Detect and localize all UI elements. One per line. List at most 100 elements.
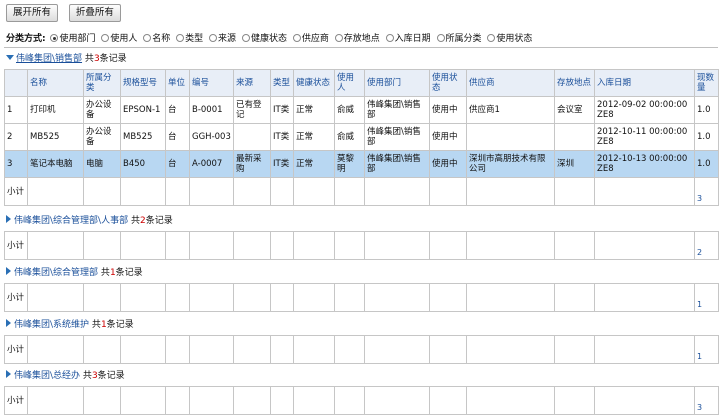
- group-header[interactable]: 伟峰集团\综合管理部 共1条记录: [6, 266, 143, 280]
- table-cell: 笔记本电脑: [27, 150, 84, 178]
- table-cell: 使用中: [429, 123, 467, 151]
- radio-icon[interactable]: [334, 34, 343, 42]
- table-cell: 1: [4, 96, 28, 124]
- table-row[interactable]: 2 MB525 办公设备 MB525 台 GGH-003 IT类 正常 俞威 伟…: [4, 123, 719, 151]
- column-header[interactable]: 健康状态: [293, 69, 335, 97]
- table-cell: 1.0: [694, 150, 719, 178]
- group-name-link[interactable]: 伟峰集团\综合管理部\人事部: [14, 216, 128, 226]
- classify-option-user[interactable]: 使用人: [101, 34, 137, 44]
- table-cell: 正常: [293, 96, 335, 124]
- table-cell: GGH-003: [189, 123, 234, 151]
- radio-icon[interactable]: [143, 34, 152, 42]
- table-cell: 深圳: [554, 150, 595, 178]
- toolbar: 展开所有 折叠所有: [6, 4, 129, 24]
- classify-option-category[interactable]: 所属分类: [436, 34, 482, 44]
- group-name-link[interactable]: 伟峰集团\综合管理部: [14, 268, 98, 278]
- table-cell: 正常: [293, 150, 335, 178]
- table-cell: 使用中: [429, 96, 467, 124]
- radio-icon[interactable]: [487, 34, 496, 42]
- group-header[interactable]: 伟峰集团\综合管理部\人事部 共2条记录: [6, 214, 173, 228]
- column-header[interactable]: 使用部门: [364, 69, 430, 97]
- classify-option-location[interactable]: 存放地点: [334, 34, 380, 44]
- classify-option-type[interactable]: 类型: [176, 34, 203, 44]
- column-header[interactable]: 来源: [233, 69, 271, 97]
- radio-icon[interactable]: [292, 34, 301, 42]
- table-cell: 3: [4, 150, 28, 178]
- table-cell: 1.0: [694, 96, 719, 124]
- subtotal-value[interactable]: 1: [694, 283, 719, 312]
- radio-icon[interactable]: [385, 34, 394, 42]
- group-header[interactable]: 伟峰集团\系统维护 共1条记录: [6, 318, 134, 332]
- table-cell: [466, 123, 555, 151]
- column-header[interactable]: 所属分类: [83, 69, 121, 97]
- radio-icon[interactable]: [241, 34, 250, 42]
- subtotal-label: 小计: [4, 177, 28, 206]
- table-cell: [233, 123, 271, 151]
- column-header[interactable]: 规格型号: [120, 69, 166, 97]
- group-header[interactable]: 伟峰集团\销售部 共3条记录: [6, 52, 127, 66]
- table-cell: 2: [4, 123, 28, 151]
- column-header[interactable]: 现数量: [694, 69, 719, 97]
- column-header[interactable]: 类型: [270, 69, 294, 97]
- radio-icon[interactable]: [436, 34, 445, 42]
- collapse-all-button[interactable]: 折叠所有: [68, 4, 121, 22]
- classify-option-source[interactable]: 来源: [209, 34, 236, 44]
- group-header[interactable]: 伟峰集团\总经办 共3条记录: [6, 369, 125, 383]
- classify-option-status[interactable]: 使用状态: [487, 34, 532, 44]
- column-header[interactable]: 使用人: [334, 69, 365, 97]
- subtotal-value[interactable]: 3: [694, 386, 719, 415]
- subtotal-value[interactable]: 1: [694, 335, 719, 364]
- table-row-selected[interactable]: 3 笔记本电脑 电脑 B450 台 A-0007 最新采购 IT类 正常 莫黎明…: [4, 150, 719, 178]
- classify-option-date[interactable]: 入库日期: [385, 34, 431, 44]
- table-row[interactable]: 1 打印机 办公设备 EPSON-1 台 B-0001 已有登记 IT类 正常 …: [4, 96, 719, 124]
- column-header[interactable]: 单位: [165, 69, 190, 97]
- subtotal-table: 小计 2: [4, 231, 719, 260]
- group-name-link[interactable]: 伟峰集团\系统维护: [14, 320, 89, 330]
- table-cell: 台: [165, 123, 190, 151]
- classify-option-dept[interactable]: 使用部门: [50, 34, 96, 44]
- subtotal-row: 小计 1: [4, 335, 719, 364]
- table-cell: 台: [165, 96, 190, 124]
- radio-icon[interactable]: [101, 34, 110, 42]
- table-cell: 会议室: [554, 96, 595, 124]
- table-cell: 伟峰集团\销售部: [364, 96, 430, 124]
- collapsed-triangle-icon[interactable]: [6, 267, 11, 275]
- classify-option-name[interactable]: 名称: [143, 34, 170, 44]
- table-cell: IT类: [270, 96, 294, 124]
- subtotal-label: 小计: [4, 231, 28, 260]
- expand-all-button[interactable]: 展开所有: [6, 4, 59, 22]
- classify-option-health[interactable]: 健康状态: [241, 34, 287, 44]
- table-cell: 电脑: [83, 150, 121, 178]
- column-header[interactable]: 使用状态: [429, 69, 467, 97]
- table-cell: EPSON-1: [120, 96, 166, 124]
- table-cell: A-0007: [189, 150, 234, 178]
- table-header: 名称 所属分类 规格型号 单位 编号 来源 类型 健康状态 使用人 使用部门 使…: [4, 69, 719, 97]
- classify-option-supplier[interactable]: 供应商: [292, 34, 329, 44]
- subtotal-value[interactable]: 3: [694, 177, 719, 206]
- column-header[interactable]: [4, 69, 28, 97]
- group-name-link[interactable]: 伟峰集团\销售部: [16, 54, 82, 64]
- group-name-link[interactable]: 伟峰集团\总经办: [14, 371, 80, 381]
- column-header[interactable]: 供应商: [466, 69, 555, 97]
- radio-icon[interactable]: [209, 34, 218, 42]
- table-cell: 1.0: [694, 123, 719, 151]
- table-cell: 台: [165, 150, 190, 178]
- collapsed-triangle-icon[interactable]: [6, 370, 11, 378]
- classify-label: 分类方式:: [6, 34, 46, 44]
- table-cell: MB525: [27, 123, 84, 151]
- subtotal-row: 小计 1: [4, 283, 719, 312]
- subtotal-value[interactable]: 2: [694, 231, 719, 260]
- table-cell: 已有登记: [233, 96, 271, 124]
- expanded-triangle-icon[interactable]: [6, 55, 14, 60]
- column-header[interactable]: 名称: [27, 69, 84, 97]
- table-cell: 俞威: [334, 123, 365, 151]
- column-header[interactable]: 存放地点: [554, 69, 595, 97]
- collapsed-triangle-icon[interactable]: [6, 319, 11, 327]
- collapsed-triangle-icon[interactable]: [6, 215, 11, 223]
- column-header[interactable]: 编号: [189, 69, 234, 97]
- radio-icon[interactable]: [176, 34, 185, 42]
- table-cell: 使用中: [429, 150, 467, 178]
- column-header[interactable]: 入库日期: [594, 69, 695, 97]
- table-cell: [554, 123, 595, 151]
- radio-icon[interactable]: [50, 34, 59, 42]
